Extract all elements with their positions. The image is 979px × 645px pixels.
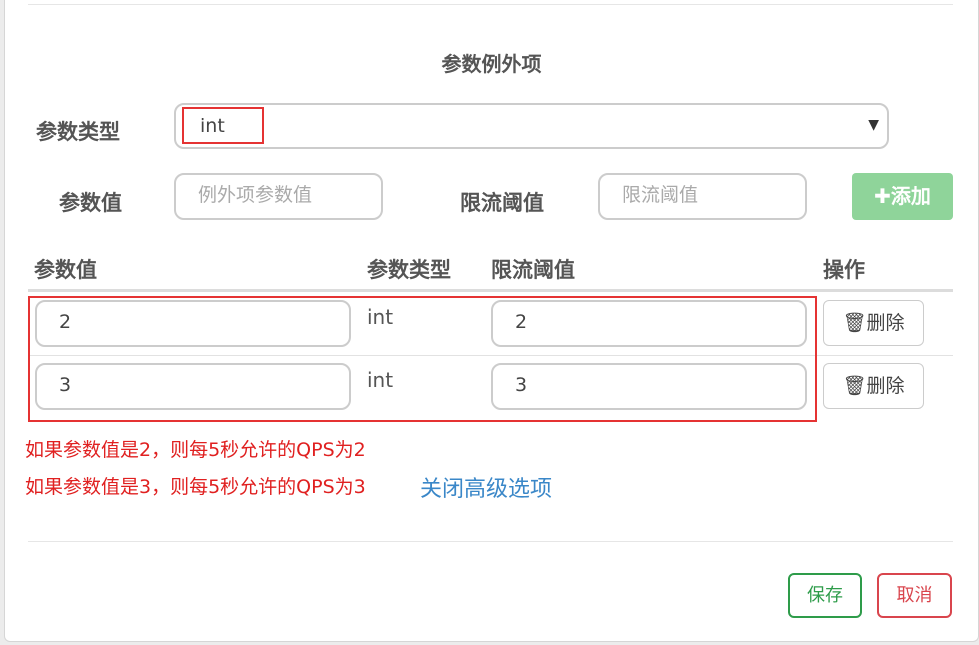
param-value-input[interactable]: 例外项参数值 <box>174 173 383 220</box>
top-divider <box>28 4 953 5</box>
save-button[interactable]: 保存 <box>788 573 862 618</box>
cancel-button[interactable]: 取消 <box>877 573 952 618</box>
section-title: 参数例外项 <box>441 52 542 76</box>
highlight-box-param-type <box>182 107 264 144</box>
delete-button[interactable]: 🗑删除 <box>823 363 924 409</box>
column-header-type: 参数类型 <box>367 258 451 282</box>
threshold-input[interactable]: 限流阈值 <box>598 173 807 220</box>
param-value-label: 参数值 <box>59 191 122 215</box>
param-exception-dialog: 参数例外项 参数类型 int ▼ 参数值 例外项参数值 限流阈值 限流阈值 ✚添… <box>4 0 979 642</box>
param-type-label: 参数类型 <box>36 120 120 144</box>
footer-divider <box>28 541 953 542</box>
trash-icon: 🗑 <box>842 375 867 397</box>
column-header-action: 操作 <box>823 258 865 282</box>
delete-button-label: 删除 <box>866 375 905 397</box>
highlight-box-rows <box>28 296 817 422</box>
add-button-label: 添加 <box>890 184 931 208</box>
column-header-value: 参数值 <box>34 258 97 282</box>
note-line-2: 如果参数值是3，则每5秒允许的QPS为3 <box>25 476 366 498</box>
add-button[interactable]: ✚添加 <box>852 173 953 220</box>
trash-icon: 🗑 <box>842 312 867 334</box>
close-advanced-options-link[interactable]: 关闭高级选项 <box>420 471 552 503</box>
dropdown-arrow-icon: ▼ <box>868 117 879 133</box>
threshold-label: 限流阈值 <box>460 191 544 215</box>
delete-button-label: 删除 <box>866 312 905 334</box>
plus-icon: ✚ <box>874 184 891 208</box>
column-header-threshold: 限流阈值 <box>491 258 575 282</box>
table-header-divider <box>28 289 953 292</box>
note-line-1: 如果参数值是2，则每5秒允许的QPS为2 <box>25 439 366 461</box>
param-type-select[interactable]: int ▼ <box>174 103 889 149</box>
delete-button[interactable]: 🗑删除 <box>823 300 924 346</box>
